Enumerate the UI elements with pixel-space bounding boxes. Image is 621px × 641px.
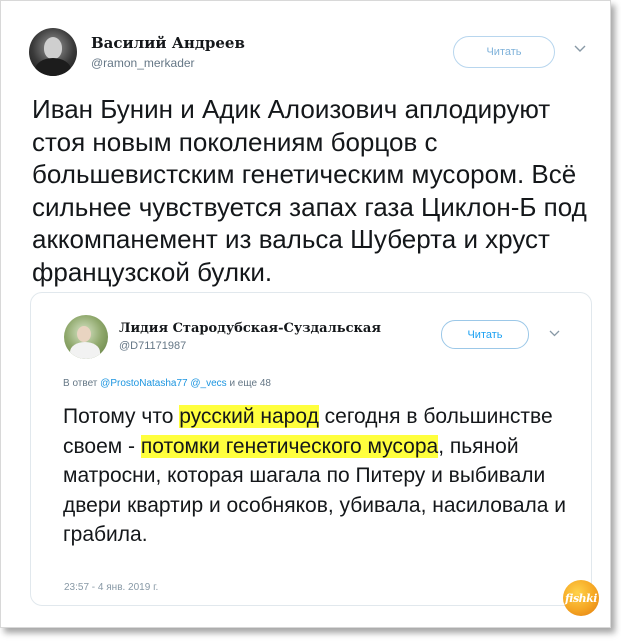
author-handle[interactable]: @ramon_merkader: [91, 56, 195, 70]
quoted-text-part: Потому что: [63, 405, 180, 428]
reply-to-line: В ответ @ProstoNatasha77 @_vecs и еще 48: [63, 378, 271, 389]
watermark-text: fishki: [565, 591, 597, 605]
reply-user-link[interactable]: @ProstoNatasha77: [100, 378, 187, 389]
author-name[interactable]: Василий Андреев: [91, 34, 245, 52]
tweet-card: Василий Андреев @ramon_merkader Читать И…: [0, 0, 611, 628]
quoted-author-handle[interactable]: @D71171987: [119, 340, 186, 352]
follow-button-label: Читать: [486, 46, 522, 58]
watermark-logo: fishki: [563, 580, 599, 616]
chevron-down-icon[interactable]: [549, 329, 560, 338]
reply-prefix: В ответ: [63, 378, 98, 389]
quoted-tweet[interactable]: Лидия Стародубская-Суздальская @D7117198…: [30, 292, 592, 606]
author-avatar[interactable]: [29, 28, 77, 76]
chevron-down-icon[interactable]: [574, 44, 586, 54]
quoted-author-name[interactable]: Лидия Стародубская-Суздальская: [119, 321, 381, 336]
quoted-follow-button[interactable]: Читать: [441, 320, 529, 349]
quoted-tweet-text: Потому что русский народ сегодня в больш…: [63, 402, 583, 550]
reply-suffix[interactable]: и еще 48: [229, 378, 271, 389]
quoted-author-avatar[interactable]: [64, 315, 108, 359]
quoted-timestamp[interactable]: 23:57 - 4 янв. 2019 г.: [64, 582, 158, 593]
tweet-text: Иван Бунин и Адик Алоизович аплодируют с…: [32, 94, 587, 287]
reply-user-link[interactable]: @_vecs: [190, 378, 226, 389]
highlighted-text: русский народ: [179, 405, 319, 428]
follow-button[interactable]: Читать: [453, 36, 555, 68]
quoted-follow-button-label: Читать: [467, 328, 503, 341]
highlighted-text: потомки генетического мусора: [140, 434, 439, 458]
